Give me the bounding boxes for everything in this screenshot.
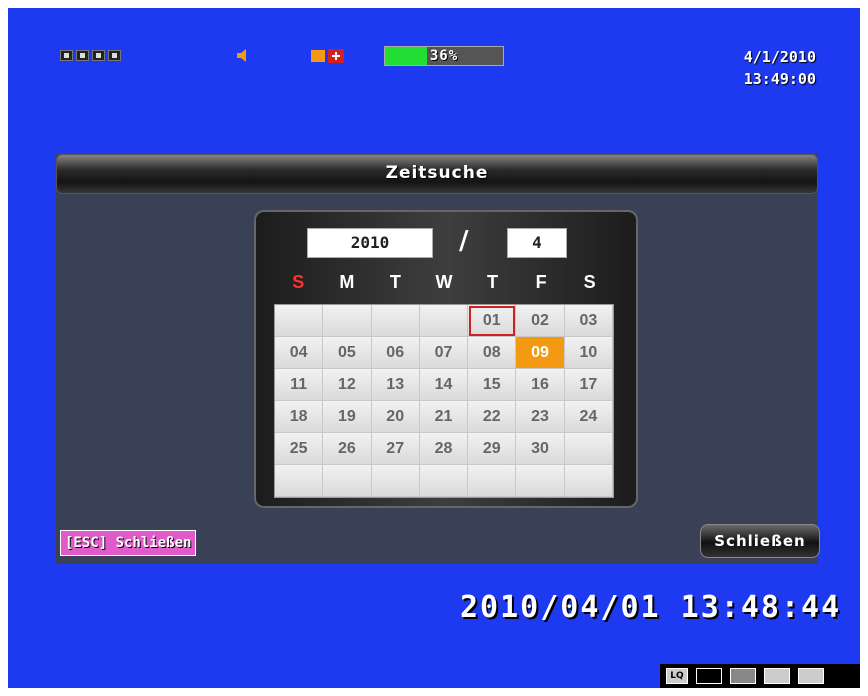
speaker-icon bbox=[237, 49, 246, 62]
calendar-day[interactable]: 15 bbox=[468, 369, 517, 401]
calendar-day[interactable]: 02 bbox=[516, 305, 565, 337]
snapshot-camera-icon[interactable] bbox=[764, 668, 790, 684]
calendar-empty-cell bbox=[323, 465, 372, 497]
calendar-day[interactable]: 26 bbox=[323, 433, 372, 465]
calendar-day[interactable]: 29 bbox=[468, 433, 517, 465]
weekday-label: S bbox=[292, 272, 305, 292]
channel-status-icons bbox=[60, 50, 121, 61]
calendar-day[interactable]: 07 bbox=[419, 337, 469, 369]
calendar-day[interactable]: 25 bbox=[275, 433, 324, 465]
calendar-day[interactable]: 14 bbox=[419, 369, 469, 401]
calendar-day[interactable]: 03 bbox=[564, 305, 613, 337]
weekday-label: M bbox=[339, 272, 355, 292]
calendar-empty-cell bbox=[564, 465, 613, 497]
calendar-empty-cell bbox=[323, 305, 372, 337]
year-field[interactable]: 2010 bbox=[307, 228, 433, 258]
recording-timestamp: 2010/04/01 13:48:44 bbox=[460, 590, 842, 625]
calendar-day[interactable]: 01 bbox=[468, 305, 517, 337]
calendar-day[interactable]: 12 bbox=[323, 369, 372, 401]
calendar-empty-cell bbox=[468, 465, 517, 497]
sequence-icon[interactable] bbox=[730, 668, 756, 684]
close-button[interactable]: Schließen bbox=[700, 524, 820, 558]
video-camera-icon[interactable] bbox=[798, 668, 824, 684]
dialog-title: Zeitsuche bbox=[385, 163, 489, 183]
calendar-day[interactable]: 19 bbox=[323, 401, 372, 433]
calendar-day[interactable]: 23 bbox=[516, 401, 565, 433]
weekday-label: W bbox=[435, 272, 453, 292]
weekday-label: S bbox=[583, 272, 596, 292]
hdd-usage-bar: 36% bbox=[384, 46, 504, 66]
camera-channel-icon bbox=[76, 50, 89, 61]
calendar-day[interactable]: 22 bbox=[468, 401, 517, 433]
esc-close-hint: [ESC] Schließen bbox=[60, 530, 197, 556]
calendar-day[interactable]: 13 bbox=[371, 369, 420, 401]
calendar-day[interactable]: 08 bbox=[468, 337, 517, 369]
calendar-day[interactable]: 04 bbox=[275, 337, 324, 369]
dvr-screen: 36% 4/1/2010 13:49:00 Zeitsuche 2010 / 4… bbox=[8, 8, 860, 688]
single-view-icon[interactable] bbox=[696, 668, 722, 684]
dialog-titlebar: Zeitsuche bbox=[56, 154, 818, 194]
calendar-day[interactable]: 20 bbox=[371, 401, 420, 433]
calendar-empty-cell bbox=[516, 465, 565, 497]
system-clock: 4/1/2010 13:49:00 bbox=[744, 46, 816, 90]
calendar-day[interactable]: 05 bbox=[323, 337, 372, 369]
time-search-dialog: Zeitsuche 2010 / 4 SMTWTFS 01 02 03 04 05 06 0… bbox=[56, 154, 820, 564]
calendar-day[interactable]: 27 bbox=[371, 433, 420, 465]
weekday-label: T bbox=[487, 272, 499, 292]
calendar-day[interactable]: 11 bbox=[275, 369, 324, 401]
system-time: 13:49:00 bbox=[743, 70, 816, 88]
hdd-usage-label: 36% bbox=[429, 48, 459, 64]
calendar-day[interactable]: 16 bbox=[516, 369, 565, 401]
weekday-label: F bbox=[535, 272, 547, 292]
calendar-day[interactable]: 30 bbox=[516, 433, 565, 465]
calendar-empty-cell bbox=[419, 465, 469, 497]
calendar-empty-cell bbox=[275, 305, 324, 337]
calendar-day[interactable]: 18 bbox=[275, 401, 324, 433]
quality-lq-button[interactable]: LQ bbox=[666, 668, 688, 684]
system-date: 4/1/2010 bbox=[743, 48, 816, 66]
camera-channel-icon bbox=[92, 50, 105, 61]
weekday-header: SMTWTFS bbox=[274, 272, 614, 293]
calendar-grid: 01 02 03 04 05 06 07 08 09 10 11 12 13 14 15 16 17 18 19 20… bbox=[274, 304, 614, 498]
weekday-label: T bbox=[389, 272, 401, 292]
calendar-empty-cell bbox=[371, 305, 420, 337]
calendar-day[interactable]: 17 bbox=[564, 369, 613, 401]
calendar-panel: 2010 / 4 SMTWTFS 01 02 03 04 05 06 07 08 09 10 11 1… bbox=[254, 210, 638, 508]
record-status-icon bbox=[311, 49, 344, 63]
calendar-day[interactable]: 28 bbox=[419, 433, 469, 465]
camera-channel-icon bbox=[108, 50, 121, 61]
month-field[interactable]: 4 bbox=[507, 228, 567, 258]
calendar-empty-cell bbox=[564, 433, 613, 465]
calendar-empty-cell bbox=[371, 465, 420, 497]
calendar-empty-cell bbox=[419, 305, 469, 337]
bottom-toolbar: LQ bbox=[660, 664, 860, 688]
date-separator: / bbox=[459, 226, 469, 256]
camera-channel-icon bbox=[60, 50, 73, 61]
calendar-empty-cell bbox=[275, 465, 324, 497]
calendar-day[interactable]: 06 bbox=[371, 337, 420, 369]
calendar-day[interactable]: 10 bbox=[564, 337, 613, 369]
calendar-day[interactable]: 21 bbox=[419, 401, 469, 433]
calendar-day[interactable]: 09 bbox=[516, 337, 565, 369]
calendar-day[interactable]: 24 bbox=[564, 401, 613, 433]
